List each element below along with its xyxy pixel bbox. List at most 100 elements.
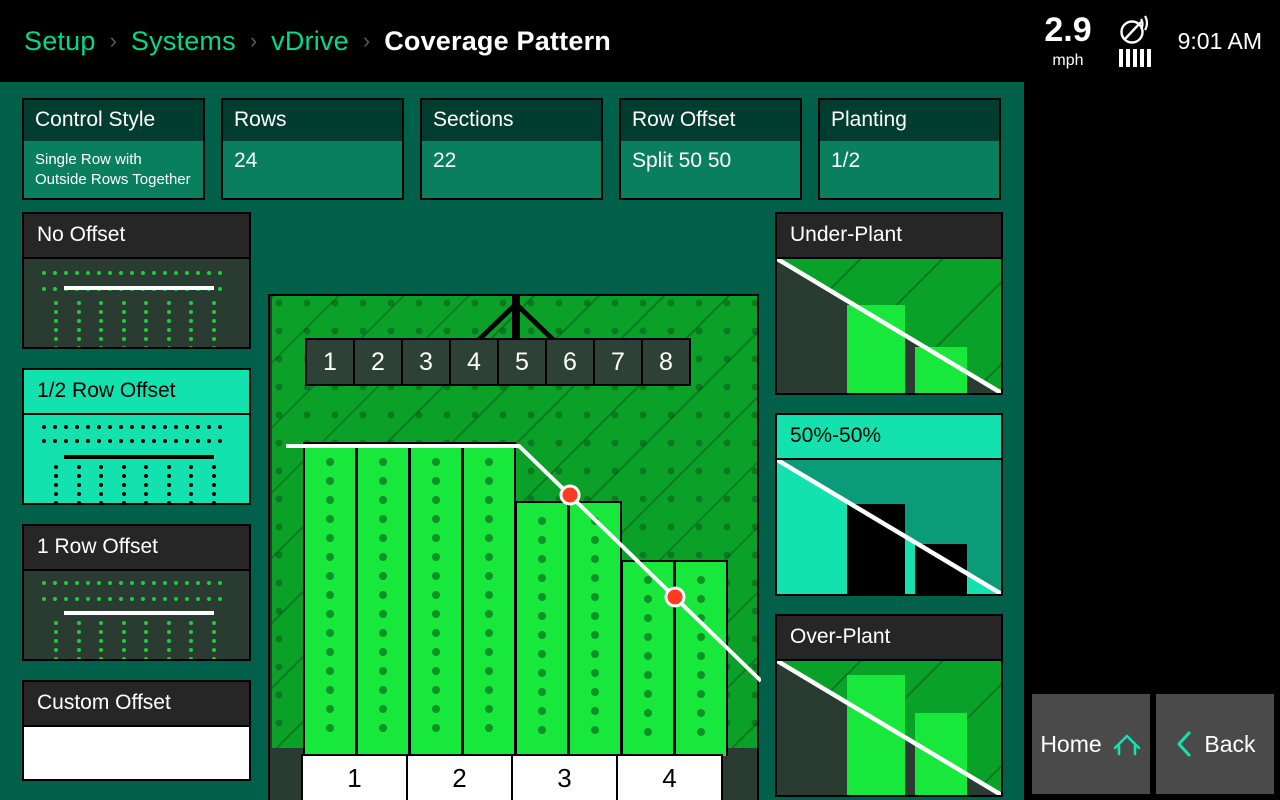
seed-dot xyxy=(54,328,58,332)
seed-dot xyxy=(75,439,79,443)
offset-option-custom-offset[interactable]: Custom Offset xyxy=(22,680,251,781)
summary-card-control-style[interactable]: Control Style Single Row with Outside Row… xyxy=(22,98,205,200)
seed-dot xyxy=(185,425,189,429)
section-axis: 1234 xyxy=(301,754,723,800)
section-axis-box-2[interactable]: 2 xyxy=(406,754,513,800)
seed-dot xyxy=(130,439,134,443)
seed-dot xyxy=(432,534,440,542)
seed-dot xyxy=(76,474,81,478)
section-axis-box-3[interactable]: 3 xyxy=(511,754,618,800)
row-column xyxy=(303,442,357,756)
section-box-2[interactable]: 2 xyxy=(353,338,403,386)
seed-dot xyxy=(485,629,493,637)
seed-dot xyxy=(644,690,652,698)
seed-dot xyxy=(163,271,167,275)
seed-dot xyxy=(538,650,546,658)
seed-dot xyxy=(485,648,493,656)
seed-dot xyxy=(211,465,216,469)
row-column xyxy=(409,442,463,756)
seed-dot xyxy=(379,458,387,466)
summary-card-sections[interactable]: Sections 22 xyxy=(420,98,603,200)
seed-dot xyxy=(379,724,387,732)
seed-dot xyxy=(76,301,81,305)
seed-dot xyxy=(485,534,493,542)
seed-dot xyxy=(121,346,126,347)
section-box-4[interactable]: 4 xyxy=(449,338,499,386)
summary-card-title: Rows xyxy=(223,100,402,141)
seed-dot xyxy=(53,597,57,601)
seed-dot xyxy=(76,337,81,341)
back-button[interactable]: Back xyxy=(1156,694,1274,794)
seed-dot xyxy=(144,310,148,314)
seed-dot xyxy=(185,271,189,275)
breadcrumb-separator: › xyxy=(109,28,117,53)
seed-dot xyxy=(76,501,81,503)
signal-bar xyxy=(1125,49,1130,67)
seed-dot xyxy=(152,597,156,601)
plant-mode-options: Under-Plant 50%-50% Over-Plant xyxy=(775,212,1003,800)
seed-dot xyxy=(189,639,193,643)
section-box-3[interactable]: 3 xyxy=(401,338,451,386)
seed-dot xyxy=(189,501,193,503)
plant-mode-over-plant[interactable]: Over-Plant xyxy=(775,614,1003,797)
section-box-7[interactable]: 7 xyxy=(593,338,643,386)
seed-dot xyxy=(211,328,216,332)
offset-option-preview xyxy=(24,259,249,347)
seed-dot xyxy=(644,652,652,660)
seed-dot xyxy=(485,458,493,466)
implement-bar xyxy=(64,455,214,459)
seed-dot xyxy=(591,707,599,715)
signal-bar xyxy=(1132,49,1137,67)
offset-option-no-offset[interactable]: No Offset xyxy=(22,212,251,349)
section-box-6[interactable]: 6 xyxy=(545,338,595,386)
seed-dot xyxy=(196,597,200,601)
seed-dot xyxy=(644,614,652,622)
section-box-1[interactable]: 1 xyxy=(305,338,355,386)
seed-dot xyxy=(432,610,440,618)
plant-mode-under-plant[interactable]: Under-Plant xyxy=(775,212,1003,395)
signal-bar xyxy=(1146,49,1151,67)
section-axis-box-4[interactable]: 4 xyxy=(616,754,723,800)
seed-dot xyxy=(218,597,222,601)
seed-dot xyxy=(189,310,193,314)
home-button-label: Home xyxy=(1040,730,1102,757)
seed-dot xyxy=(591,631,599,639)
seed-dot xyxy=(144,319,148,323)
summary-card-row-offset[interactable]: Row Offset Split 50 50 xyxy=(619,98,802,200)
section-box-8[interactable]: 8 xyxy=(641,338,691,386)
seed-dot xyxy=(166,648,171,652)
seed-dot xyxy=(108,271,112,275)
seed-dot xyxy=(207,425,211,429)
seed-dot xyxy=(697,576,705,584)
app-screen: Setup › Systems › vDrive › Coverage Pattern 2.… xyxy=(0,0,1280,800)
offset-option-1-2-row-offset[interactable]: 1/2 Row Offset xyxy=(22,368,251,505)
seed-dot xyxy=(432,705,440,713)
seed-dot xyxy=(211,337,216,341)
seed-dot xyxy=(174,597,178,601)
seed-dot xyxy=(326,591,334,599)
speed-unit: mph xyxy=(1052,52,1084,69)
summary-card-value: Split 50 50 xyxy=(632,149,732,172)
breadcrumb-item-systems[interactable]: Systems xyxy=(131,26,236,57)
seed-dot xyxy=(218,439,222,443)
breadcrumb-item-setup[interactable]: Setup xyxy=(24,26,96,57)
seed-dot xyxy=(196,439,200,443)
seed-dot xyxy=(189,648,193,652)
implement-bar xyxy=(64,611,214,615)
seed-dot xyxy=(99,621,103,625)
seed-dot xyxy=(379,667,387,675)
seed-dot xyxy=(174,271,178,275)
home-button[interactable]: Home xyxy=(1032,694,1150,794)
section-axis-box-1[interactable]: 1 xyxy=(301,754,408,800)
seed-dot xyxy=(326,705,334,713)
offset-option-1-row-offset[interactable]: 1 Row Offset xyxy=(22,524,251,661)
seed-dot xyxy=(379,648,387,656)
seed-dot xyxy=(42,597,46,601)
summary-card-planting[interactable]: Planting 1/2 xyxy=(818,98,1001,200)
seed-dot xyxy=(144,474,148,478)
breadcrumb-item-vdrive[interactable]: vDrive xyxy=(271,26,349,57)
section-box-5[interactable]: 5 xyxy=(497,338,547,386)
summary-card-rows[interactable]: Rows 24 xyxy=(221,98,404,200)
plant-mode-50-50[interactable]: 50%-50% xyxy=(775,413,1003,596)
seed-dot xyxy=(130,597,134,601)
